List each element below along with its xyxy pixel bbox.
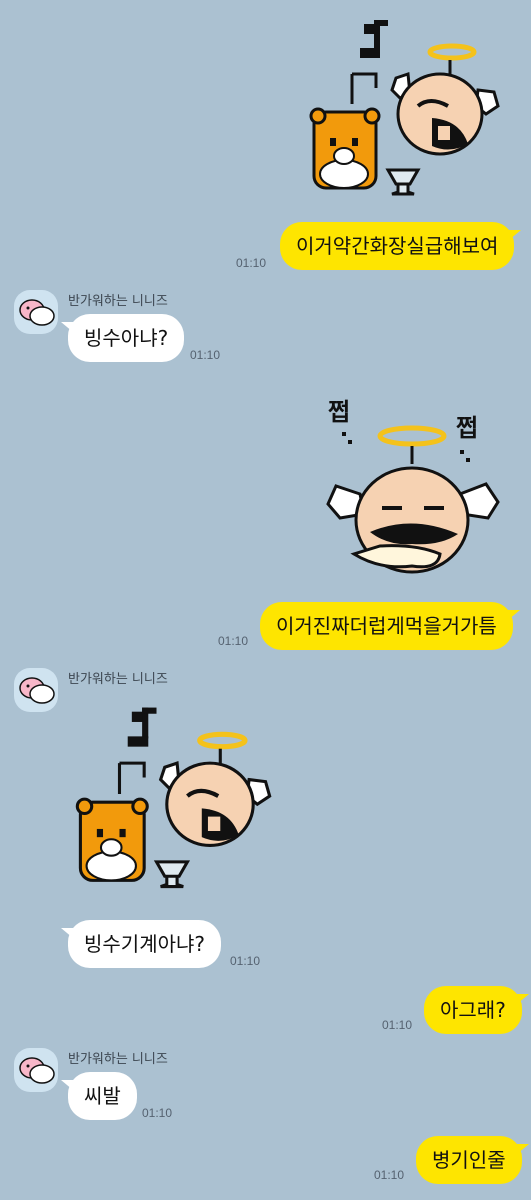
sender-name: 반가워하는 니니즈 [68,294,168,309]
sticker-angel-bear-teacup-2[interactable] [66,700,282,890]
my-message-bubble[interactable]: 이거진짜더럽게먹을거가틈 [260,602,520,650]
message-time: 01:10 [142,1106,173,1120]
my-message-bubble[interactable]: 병기인줄 [416,1136,529,1184]
other-message-bubble[interactable]: 씨발 [61,1072,137,1120]
halo-icon [197,731,248,750]
sender-name: 반가워하는 니니즈 [68,1052,168,1067]
message-text: 빙수아냐? [84,326,169,350]
message-time: 01:10 [382,1018,413,1032]
avatar[interactable] [14,1048,58,1092]
avatar[interactable] [14,290,58,334]
message-text: 아그래? [440,998,506,1022]
sender-name: 반가워하는 니니즈 [68,672,168,687]
sticker-sound-text-left: 쩝 [328,398,350,426]
sticker-angel-bear-teacup-1[interactable] [300,14,510,196]
my-message-bubble[interactable]: 이거약간화장실급해보여 [280,222,522,270]
message-text: 씨발 [84,1084,121,1108]
music-note-icon [360,20,388,58]
sticker-sound-text-right: 쩝 [456,414,478,442]
bear-character [75,761,149,882]
bear-character [309,72,381,190]
message-time: 01:10 [230,954,261,968]
message-time: 01:10 [236,256,267,270]
teacup-icon [153,860,191,889]
teacup-icon [385,168,421,196]
message-time: 01:10 [218,634,249,648]
message-text: 병기인줄 [432,1148,506,1172]
halo-icon [427,43,477,61]
music-note-icon [127,707,157,747]
message-time: 01:10 [374,1168,405,1182]
pig-avatar-icon [19,299,55,326]
pig-avatar-icon [19,1057,55,1084]
angel-character [390,60,500,156]
message-text: 이거진짜더럽게먹을거가틈 [276,614,497,638]
other-message-bubble[interactable]: 빙수아냐? [60,314,185,362]
avatar[interactable] [14,668,58,712]
angel-character [326,466,500,574]
my-message-bubble[interactable]: 아그래? [424,986,529,1034]
halo-icon [377,425,447,447]
message-text: 이거약간화장실급해보여 [296,234,499,258]
message-time: 01:10 [190,348,221,362]
pig-avatar-icon [19,677,55,704]
message-text: 빙수기계아냐? [84,932,206,956]
angel-character [158,748,272,847]
other-message-bubble[interactable]: 빙수기계아냐? [60,920,222,968]
sticker-angel-munching[interactable]: 쩝 쩝 [320,394,510,590]
